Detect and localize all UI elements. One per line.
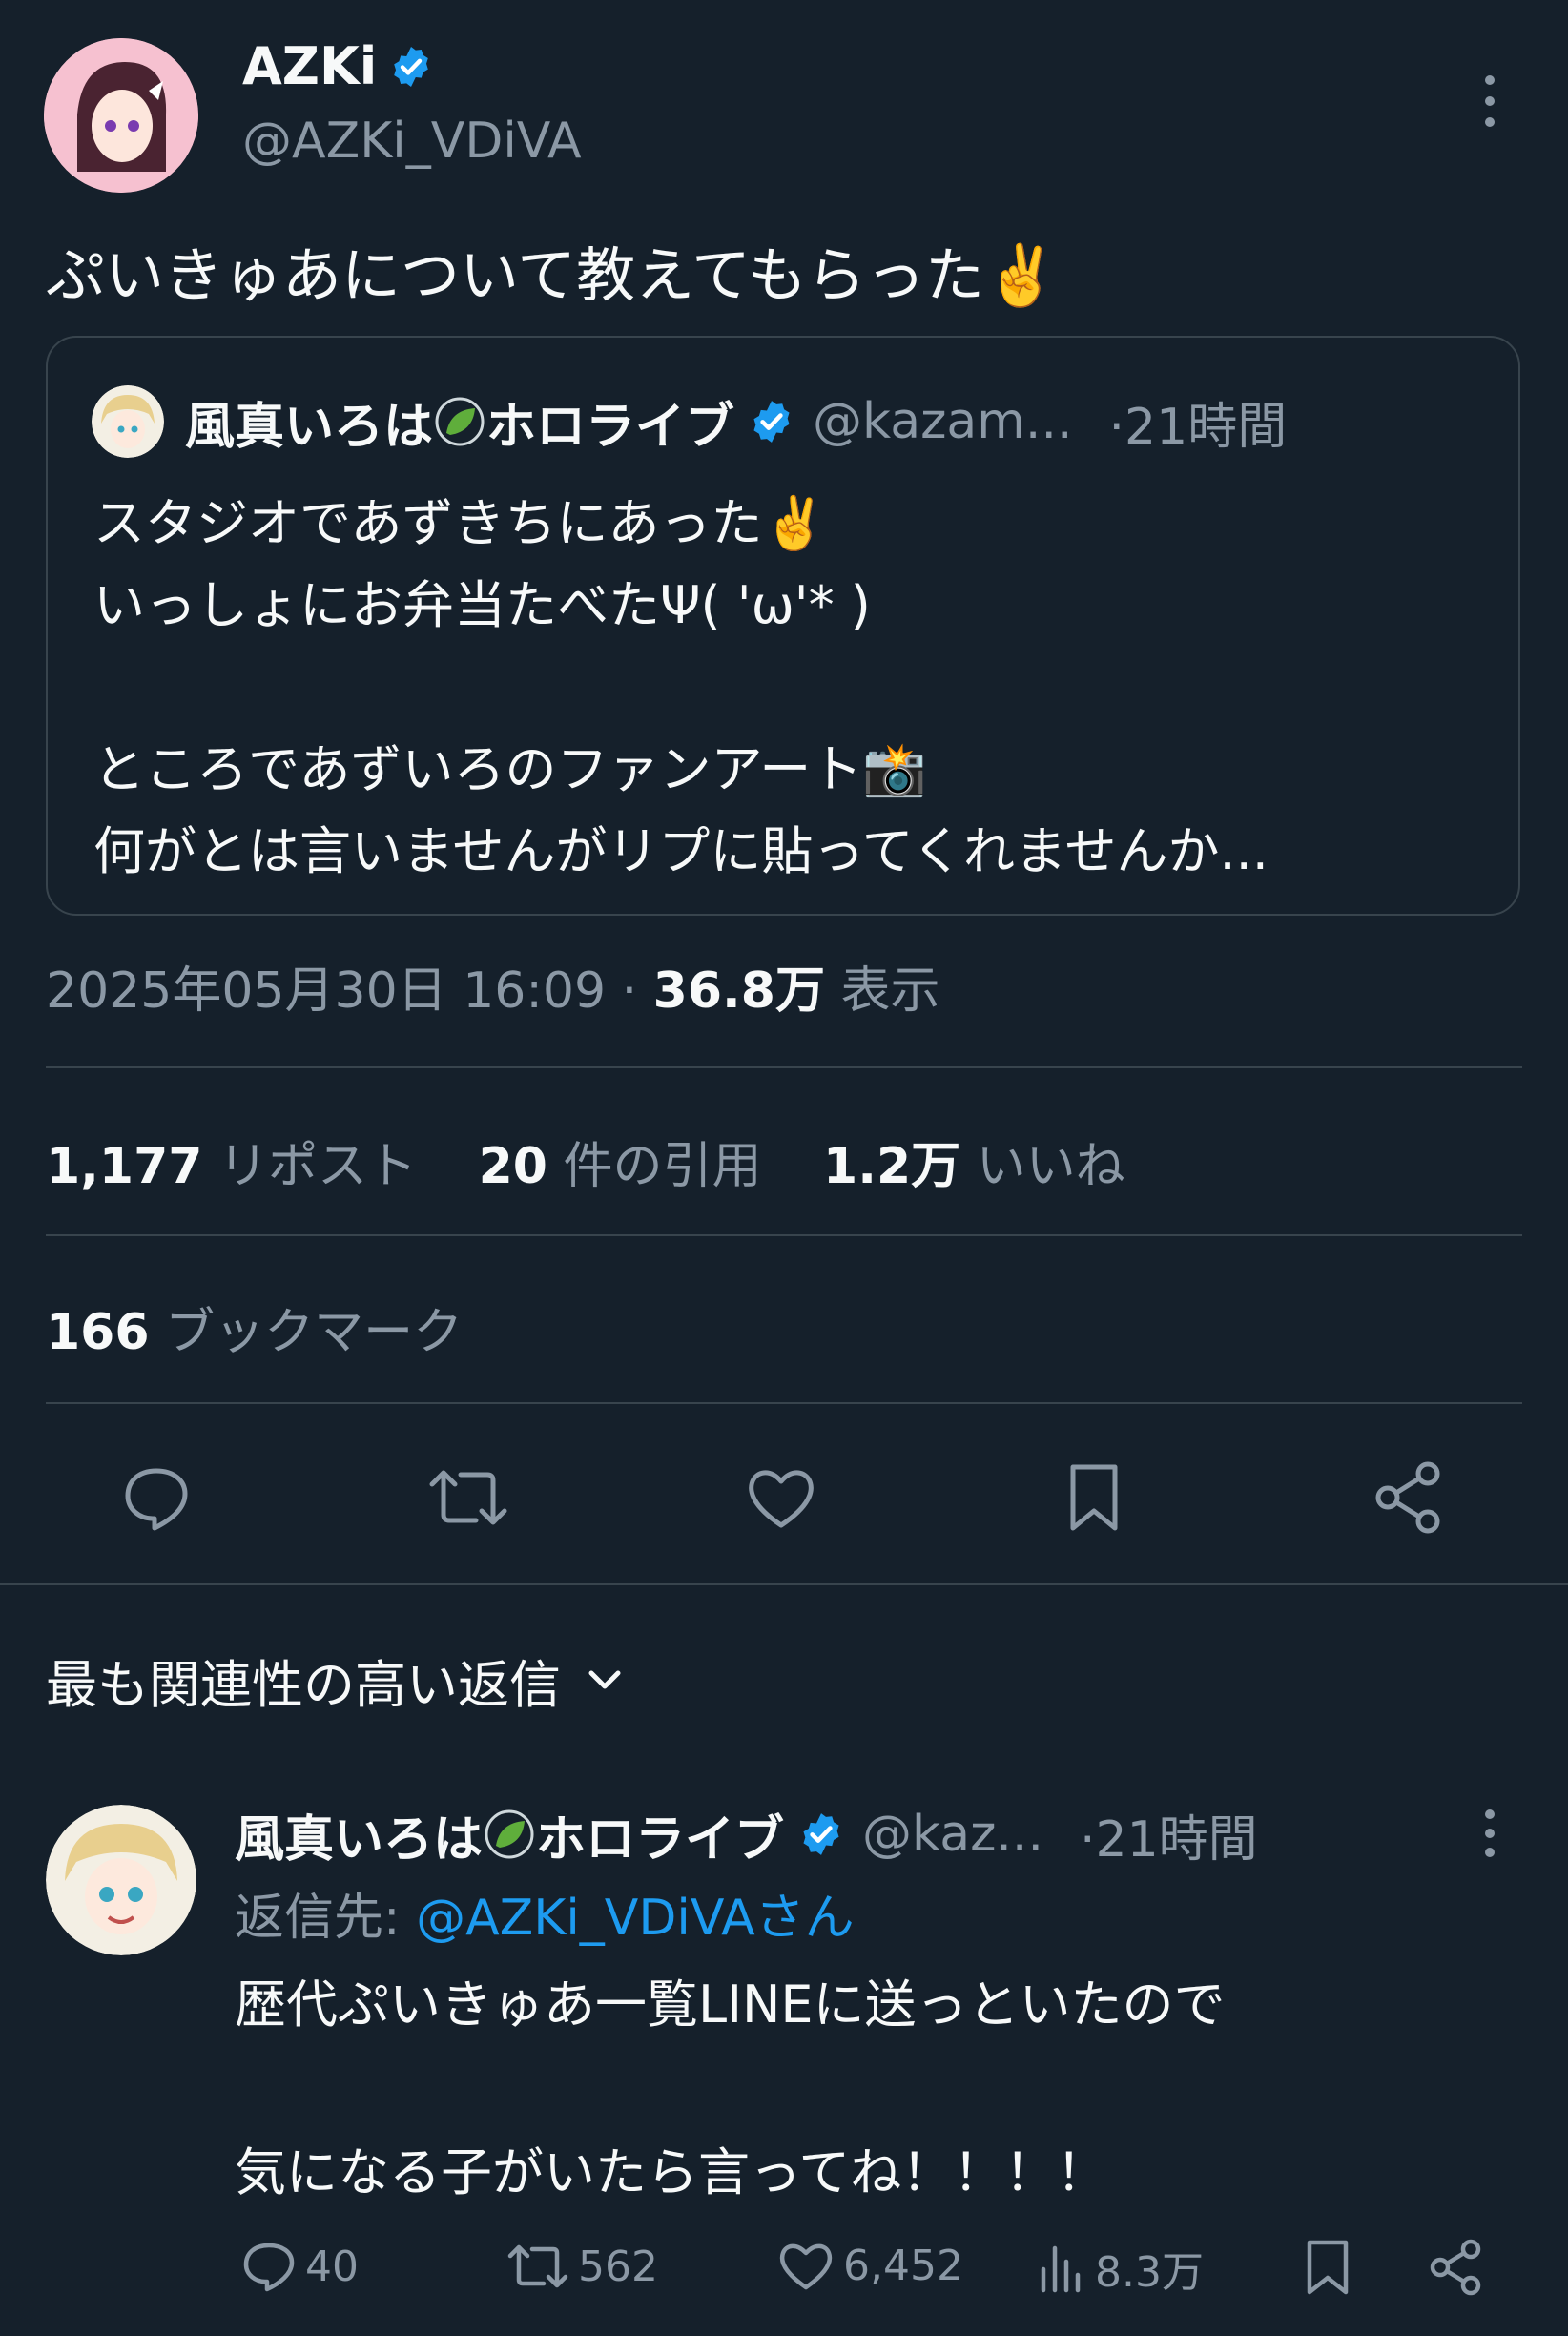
author-avatar[interactable] [44, 38, 198, 193]
section-divider [0, 1583, 1568, 1585]
reply-time: ·21時間 [1079, 1810, 1258, 1869]
retweet-count: 562 [578, 2242, 658, 2291]
retweet-icon [507, 2244, 568, 2288]
reply-author-name[interactable]: 風真いろは [235, 1799, 483, 1871]
divider [46, 1066, 1522, 1068]
quote-author-avatar[interactable] [92, 385, 164, 458]
reply-reply-button[interactable]: 40 [240, 2238, 359, 2295]
author-handle[interactable]: @AZKi_VDiVA [242, 113, 582, 170]
reply-bookmark-button[interactable] [1303, 2238, 1352, 2297]
reply-like-button[interactable]: 6,452 [776, 2238, 963, 2293]
tweet-timestamp[interactable]: 2025年05月30日 16:09 [46, 962, 606, 1020]
reply-author-handle[interactable]: @kaz... [862, 1806, 1043, 1863]
quote-author-suffix[interactable]: ホロライブ [486, 386, 734, 458]
reply-icon [125, 1468, 188, 1531]
retweet-icon [429, 1470, 507, 1525]
reply-retweet-button[interactable]: 562 [505, 2238, 658, 2295]
share-button[interactable] [1370, 1457, 1446, 1538]
reply-author-suffix[interactable]: ホロライブ [536, 1799, 784, 1871]
quote-line-1: スタジオであずきちにあった✌️ [93, 493, 827, 553]
quote-line-3: ところであずいろのファンアート📸 [93, 739, 927, 799]
bookmark-button[interactable] [1061, 1459, 1127, 1536]
verified-badge-icon [753, 401, 790, 443]
leaf-icon [483, 1808, 536, 1861]
share-icon [1430, 2239, 1481, 2296]
reply-author-avatar[interactable] [46, 1805, 196, 1955]
divider [46, 1402, 1522, 1404]
views-count: 8.3万 [1095, 2248, 1204, 2297]
victory-hand-emoji: ✌️ [762, 493, 827, 553]
like-button[interactable] [742, 1459, 820, 1536]
views-label: 表示 [840, 962, 940, 1020]
like-count: 6,452 [843, 2241, 963, 2290]
more-options-icon[interactable] [1478, 72, 1501, 130]
quote-time: ·21時間 [1108, 398, 1288, 456]
heart-icon [779, 2243, 833, 2290]
verified-badge-icon [394, 46, 429, 87]
reply-line-1: 歴代ぷいきゅあ一覧LINEに送っといたので [235, 1974, 1226, 2035]
reply-line-2: 気になる子がいたら言ってね！！！！ [235, 2142, 1108, 2202]
quotes-stat[interactable]: 20 件の引用 [479, 1138, 762, 1195]
divider [46, 1234, 1522, 1236]
reply-to-line: 返信先: @AZKi_VDiVAさん [235, 1890, 855, 1947]
chevron-down-icon [588, 1670, 621, 1688]
replies-sort-label: 最も関連性の高い返信 [46, 1655, 561, 1715]
views-chart-icon [1041, 2245, 1081, 2293]
victory-hand-emoji: ✌️ [983, 240, 1059, 310]
reply-text: 歴代ぷいきゅあ一覧LINEに送っといたので 気になる子がいたら言ってね！！！！ [235, 1963, 1522, 2215]
quote-text: スタジオであずきちにあった✌️ いっしょにお弁当たべたΨ( 'ω'* ) ところ… [93, 483, 1486, 893]
reply-to-user-link[interactable]: @AZKi_VDiVAさん [416, 1890, 855, 1947]
reply-icon [243, 2243, 295, 2292]
author-name[interactable]: AZKi [242, 36, 377, 96]
retweet-button[interactable] [425, 1459, 511, 1536]
reposts-stat[interactable]: 1,177 リポスト [46, 1138, 417, 1195]
share-icon [1375, 1461, 1440, 1534]
bookmarks-stat[interactable]: 166 ブックマーク [46, 1292, 463, 1363]
replies-sort-dropdown[interactable]: 最も関連性の高い返信 [46, 1643, 624, 1718]
views-count: 36.8万 [652, 962, 825, 1020]
reply-share-button[interactable] [1427, 2238, 1484, 2297]
more-options-icon[interactable] [1478, 1807, 1501, 1860]
quote-line-4: 何がとは言いませんがリプに貼ってくれませんか... [93, 821, 1269, 881]
leaf-icon [433, 395, 486, 448]
verified-badge-icon [803, 1813, 839, 1855]
bookmark-icon [1307, 2240, 1349, 2295]
quote-author-handle[interactable]: @kazam... [813, 393, 1072, 450]
heart-icon [749, 1470, 814, 1528]
reply-views-button[interactable]: 8.3万 [1036, 2238, 1204, 2299]
reply-count: 40 [305, 2242, 359, 2291]
quote-author-name[interactable]: 風真いろは [185, 386, 433, 458]
quote-line-2: いっしょにお弁当たべたΨ( 'ω'* ) [93, 575, 871, 635]
likes-stat[interactable]: 1.2万 いいね [823, 1138, 1125, 1195]
tweet-meta: 2025年05月30日 16:09 · 36.8万 表示 [46, 962, 940, 1020]
bookmark-icon [1070, 1464, 1118, 1531]
camera-flash-emoji: 📸 [862, 739, 927, 799]
tweet-text: ぷいきゅあについて教えてもらった✌️ [46, 240, 1059, 310]
engagement-stats: 1,177 リポスト 20 件の引用 1.2万 いいね [46, 1126, 1125, 1197]
reply-button[interactable] [118, 1459, 195, 1536]
